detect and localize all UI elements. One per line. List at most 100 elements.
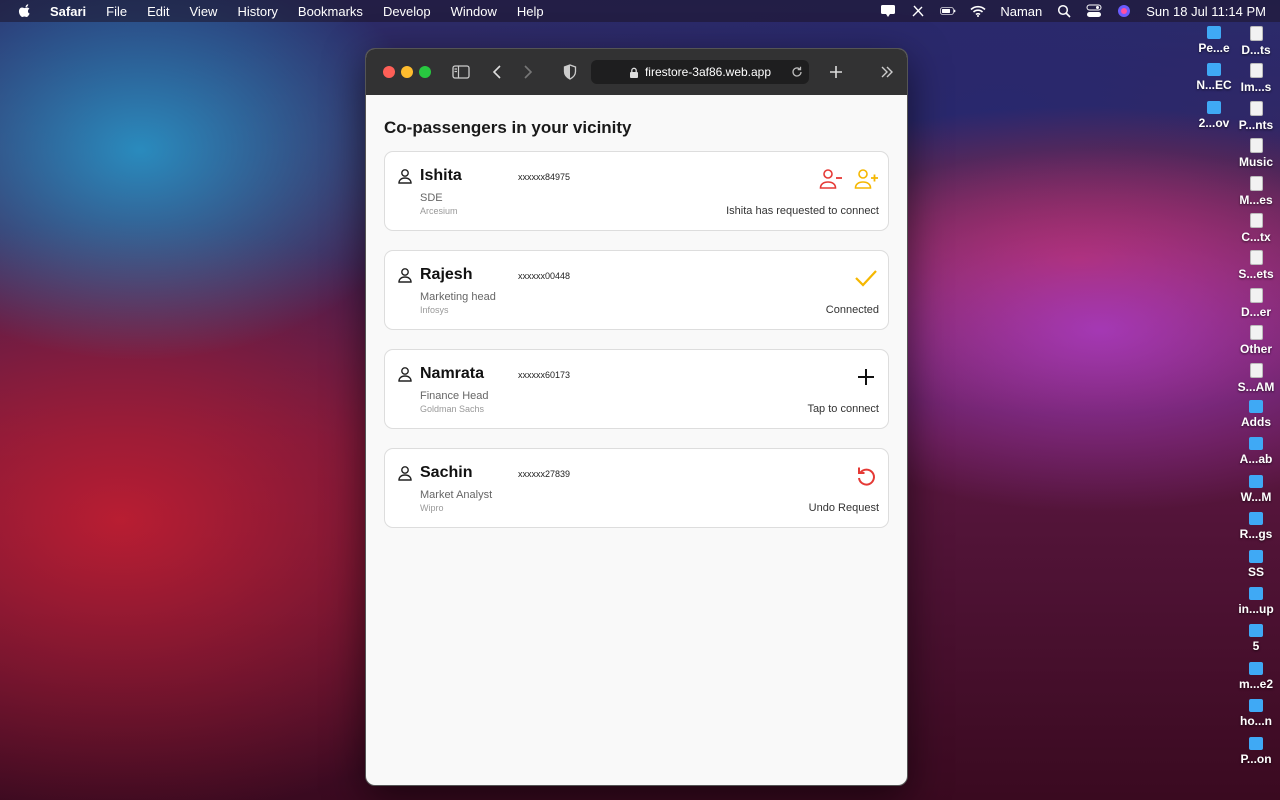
- desktop-icon[interactable]: D...ts: [1234, 26, 1278, 57]
- menu-history[interactable]: History: [237, 4, 277, 19]
- desktop-icon-label: C...tx: [1241, 230, 1271, 244]
- desktop-icon[interactable]: S...ets: [1234, 250, 1278, 281]
- folder-icon: [1249, 549, 1263, 563]
- connection-status[interactable]: Tap to connect: [807, 403, 879, 415]
- file-icon: [1249, 100, 1263, 116]
- desktop-icon[interactable]: W...M: [1234, 474, 1278, 504]
- reject-request-icon[interactable]: [818, 166, 844, 192]
- desktop-icon-label: W...M: [1240, 489, 1272, 504]
- connected-check-icon: [853, 265, 879, 291]
- desktop-icon[interactable]: P...on: [1234, 736, 1278, 766]
- sidebar-toggle-icon[interactable]: [452, 63, 470, 81]
- desktop-icon[interactable]: ho...n: [1234, 699, 1278, 728]
- battery-icon[interactable]: [940, 4, 956, 18]
- desktop-icon[interactable]: SS: [1234, 549, 1278, 579]
- passenger-phone: xxxxxx84975: [518, 172, 571, 182]
- forward-icon[interactable]: [519, 63, 537, 81]
- desktop-icon-label: 5: [1252, 639, 1260, 654]
- more-chevron-icon[interactable]: [878, 63, 896, 81]
- menu-window[interactable]: Window: [451, 4, 497, 19]
- connection-status[interactable]: Undo Request: [809, 502, 879, 514]
- folder-icon: [1207, 100, 1221, 114]
- passenger-company: Wipro: [420, 503, 444, 513]
- file-icon: [1249, 287, 1263, 303]
- passenger-role: Finance Head: [420, 390, 489, 402]
- add-connection-icon[interactable]: [853, 364, 879, 390]
- apple-icon[interactable]: [18, 4, 32, 18]
- menu-edit[interactable]: Edit: [147, 4, 169, 19]
- desktop-icon[interactable]: Im...s: [1234, 63, 1278, 94]
- desktop-icon[interactable]: Music: [1234, 138, 1278, 169]
- desktop-icon[interactable]: S...AM: [1234, 362, 1278, 394]
- desktop-icon-label: R...gs: [1239, 527, 1273, 542]
- desktop-icon[interactable]: Other: [1234, 325, 1278, 356]
- passenger-phone: xxxxxx00448: [518, 271, 571, 281]
- desktop-icon-label: SS: [1247, 564, 1264, 579]
- accept-request-icon[interactable]: [854, 166, 880, 192]
- user-name[interactable]: Naman: [1000, 4, 1042, 19]
- file-icon: [1249, 362, 1263, 378]
- passenger-card: Sachin xxxxxx27839 Market Analyst Wipro …: [384, 448, 889, 528]
- wifi-icon[interactable]: [970, 4, 986, 18]
- person-icon: [397, 465, 413, 481]
- desktop-icon[interactable]: Adds: [1234, 400, 1278, 429]
- desktop-icon[interactable]: Pe...e: [1192, 26, 1236, 55]
- desktop-icon[interactable]: A...ab: [1234, 437, 1278, 466]
- desktop-icon-label: Pe...e: [1198, 41, 1230, 55]
- folder-icon: [1249, 736, 1263, 750]
- notification-icon[interactable]: [880, 4, 896, 18]
- spotlight-search-icon[interactable]: [1056, 4, 1072, 18]
- folder-icon: [1249, 437, 1263, 451]
- folder-icon: [1249, 474, 1263, 488]
- pen-slash-icon[interactable]: [910, 4, 926, 18]
- desktop-icon-label: Other: [1239, 342, 1272, 357]
- control-center-icon[interactable]: [1086, 4, 1102, 18]
- zoom-window-button[interactable]: [419, 66, 431, 78]
- connection-status: Connected: [825, 304, 879, 316]
- menu-help[interactable]: Help: [517, 4, 544, 19]
- desktop-icon[interactable]: N...EC: [1192, 63, 1236, 92]
- desktop-icon[interactable]: 5: [1234, 624, 1278, 653]
- desktop-icon[interactable]: D...er: [1234, 287, 1278, 319]
- page-title: Co-passengers in your vicinity: [384, 118, 632, 137]
- reload-icon[interactable]: [791, 66, 803, 78]
- desktop-icon[interactable]: P...nts: [1234, 100, 1278, 132]
- folder-icon: [1249, 661, 1263, 675]
- desktop-icon[interactable]: 2...ov: [1192, 100, 1236, 130]
- privacy-shield-icon[interactable]: [561, 63, 579, 81]
- back-icon[interactable]: [488, 63, 506, 81]
- address-bar[interactable]: firestore-3af86.web.app: [591, 60, 809, 84]
- desktop-icon[interactable]: M...es: [1234, 175, 1278, 207]
- clock[interactable]: Sun 18 Jul 11:14 PM: [1146, 4, 1266, 19]
- desktop-icon-label: P...nts: [1238, 117, 1274, 132]
- undo-request-icon[interactable]: [853, 463, 879, 489]
- desktop-icon[interactable]: C...tx: [1234, 213, 1278, 244]
- lock-icon: [629, 67, 639, 78]
- desktop-icon-label: A...ab: [1239, 452, 1273, 467]
- new-tab-icon[interactable]: [827, 63, 845, 81]
- siri-icon[interactable]: [1116, 4, 1132, 18]
- desktop-icon-label: m...e2: [1238, 676, 1274, 691]
- desktop-icon-label: Music: [1238, 155, 1273, 170]
- desktop-icon-label: D...er: [1240, 304, 1271, 319]
- desktop-icon[interactable]: in...up: [1234, 587, 1278, 616]
- menu-develop[interactable]: Develop: [383, 4, 431, 19]
- close-window-button[interactable]: [383, 66, 395, 78]
- passenger-name: Rajesh: [420, 266, 473, 283]
- menu-app-name[interactable]: Safari: [50, 4, 86, 19]
- folder-icon: [1249, 400, 1263, 413]
- person-icon: [397, 366, 413, 382]
- file-icon: [1249, 63, 1263, 79]
- menu-bookmarks[interactable]: Bookmarks: [298, 4, 363, 19]
- passenger-card: Ishita xxxxxx84975 SDE Arcesium Ishita h…: [384, 151, 889, 231]
- desktop-icon[interactable]: m...e2: [1234, 661, 1278, 691]
- menu-file[interactable]: File: [106, 4, 127, 19]
- menu-view[interactable]: View: [190, 4, 218, 19]
- desktop-icon[interactable]: R...gs: [1234, 512, 1278, 541]
- minimize-window-button[interactable]: [401, 66, 413, 78]
- passenger-name: Sachin: [420, 464, 473, 481]
- folder-icon: [1249, 587, 1263, 600]
- file-icon: [1249, 26, 1263, 41]
- passenger-company: Infosys: [420, 305, 449, 315]
- page-content: Co-passengers in your vicinity Ishita xx…: [366, 118, 907, 528]
